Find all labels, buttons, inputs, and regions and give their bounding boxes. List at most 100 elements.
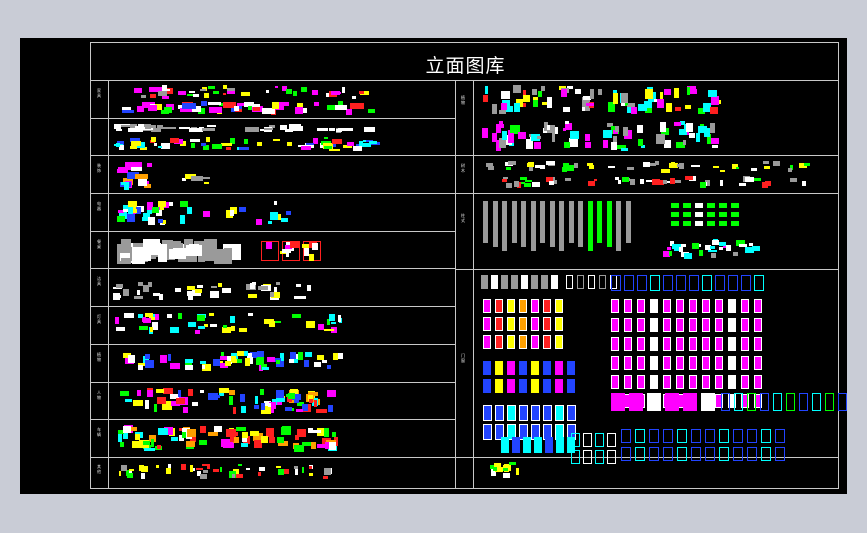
- cad-symbol: [209, 313, 215, 317]
- door-window-symbol: [707, 221, 715, 226]
- cad-symbol: [232, 406, 236, 414]
- cad-symbol: [156, 388, 164, 393]
- right-label-divider: [473, 80, 474, 488]
- cad-symbol: [323, 328, 334, 332]
- door-window-symbol: [523, 437, 531, 453]
- cad-drawing-canvas[interactable]: 立面图库 家具 装饰 电器 餐桌 洁具 灯具 植物 人物 车辆 其他 植物 树木…: [20, 38, 847, 494]
- cad-symbol: [492, 467, 498, 472]
- cad-symbol: [674, 245, 680, 252]
- column-symbol: [606, 201, 612, 247]
- door-window-symbol: [481, 275, 488, 289]
- cad-symbol: [711, 138, 720, 145]
- cad-symbol: [116, 143, 120, 147]
- door-window-symbol: [747, 393, 756, 411]
- door-window-symbol: [702, 299, 710, 313]
- cad-symbol: [233, 436, 239, 443]
- cad-symbol: [147, 389, 153, 398]
- cad-symbol: [149, 326, 154, 333]
- cad-symbol: [313, 361, 322, 367]
- cad-symbol: [190, 143, 196, 149]
- cad-symbol: [238, 206, 247, 213]
- door-window-symbol: [733, 429, 743, 443]
- door-window-symbol: [689, 299, 697, 313]
- cad-symbol: [615, 177, 619, 181]
- door-window-symbol: [519, 361, 527, 375]
- cad-symbol: [762, 181, 768, 188]
- cad-symbol: [288, 393, 295, 399]
- door-window-symbol: [566, 275, 573, 289]
- cad-symbol: [245, 467, 250, 471]
- cad-symbol: [207, 124, 216, 128]
- door-window-symbol: [663, 299, 671, 313]
- cad-symbol: [260, 402, 265, 411]
- column-symbol: [568, 201, 574, 243]
- door-window-symbol: [507, 361, 515, 375]
- cad-symbol: [272, 138, 281, 141]
- cad-symbol: [483, 95, 489, 103]
- cad-symbol: [208, 431, 218, 436]
- cad-symbol: [203, 211, 211, 217]
- door-window-symbol: [611, 375, 619, 389]
- cad-symbol: [711, 96, 720, 105]
- cad-symbol: [286, 88, 293, 95]
- door-window-symbol: [483, 299, 491, 313]
- cad-symbol: [158, 427, 168, 436]
- column-symbol: [492, 201, 498, 247]
- cad-symbol: [337, 315, 342, 322]
- cad-symbol: [203, 93, 210, 99]
- left-row-divider: [91, 155, 455, 156]
- door-window-symbol: [583, 433, 592, 447]
- cad-symbol: [180, 215, 186, 224]
- door-window-symbol: [761, 429, 771, 443]
- cad-symbol: [151, 207, 160, 213]
- category-label: 灯具: [97, 314, 101, 324]
- cad-symbol: [639, 178, 644, 184]
- column-symbol: [540, 201, 545, 243]
- cad-symbol: [166, 88, 171, 91]
- door-window-symbol: [677, 429, 687, 443]
- column-symbol: [502, 201, 507, 251]
- cad-symbol: [691, 242, 700, 249]
- cad-symbol: [240, 406, 246, 414]
- cad-symbol: [563, 127, 567, 132]
- door-window-symbol: [607, 433, 616, 447]
- cad-symbol: [280, 218, 288, 223]
- door-window-symbol: [650, 318, 658, 332]
- door-window-symbol: [531, 405, 540, 421]
- cad-symbol: [328, 313, 335, 321]
- cad-symbol: [189, 90, 196, 93]
- cad-symbol: [188, 127, 203, 132]
- door-window-symbol: [728, 299, 736, 313]
- cad-symbol: [182, 406, 188, 414]
- category-label: 植物: [461, 95, 465, 105]
- door-window-symbol: [624, 318, 632, 332]
- cad-symbol: [207, 393, 219, 401]
- door-window-symbol: [715, 356, 723, 370]
- cad-symbol: [170, 326, 180, 334]
- door-window-symbol: [611, 393, 625, 411]
- cad-symbol: [192, 401, 199, 406]
- cad-symbol: [524, 182, 531, 188]
- cad-symbol: [131, 161, 142, 168]
- cad-symbol: [535, 165, 541, 169]
- door-window-symbol: [483, 379, 491, 393]
- title-divider: [91, 80, 838, 81]
- cad-symbol: [739, 243, 748, 247]
- door-window-symbol: [556, 437, 564, 453]
- door-window-symbol: [495, 405, 504, 421]
- cad-symbol: [129, 468, 135, 472]
- cad-symbol: [346, 141, 354, 146]
- cad-symbol: [514, 102, 521, 112]
- cad-symbol: [661, 168, 670, 173]
- cad-symbol: [295, 283, 302, 287]
- door-window-symbol: [702, 318, 710, 332]
- cad-symbol: [626, 166, 635, 171]
- cad-symbol: [232, 473, 236, 479]
- door-window-symbol: [611, 337, 619, 351]
- door-window-symbol: [825, 393, 834, 411]
- cad-symbol: [158, 218, 163, 224]
- cad-symbol: [258, 285, 268, 291]
- door-window-symbol: [495, 361, 503, 375]
- cad-symbol: [345, 109, 353, 115]
- cad-symbol: [120, 391, 129, 397]
